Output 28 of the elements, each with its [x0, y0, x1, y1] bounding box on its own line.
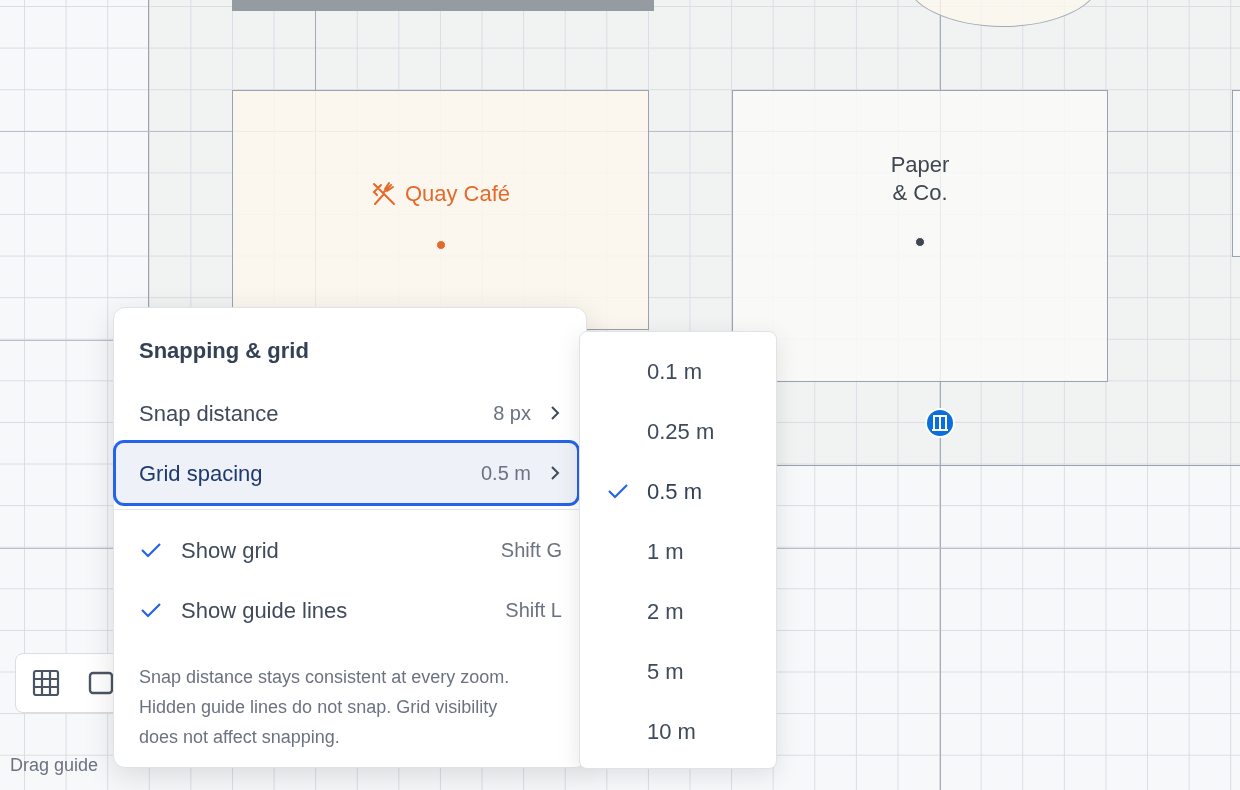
room-label: Paper & Co. [889, 151, 951, 207]
chevron-right-icon [549, 464, 561, 482]
submenu-option[interactable]: 0.5 m [580, 461, 776, 521]
submenu-option[interactable]: 0.1 m [580, 341, 776, 401]
menu-toggle[interactable]: Show grid Shift G [114, 520, 577, 580]
room-label: Quay Café [404, 180, 511, 208]
menu-toggle[interactable]: Show guide lines Shift L [114, 580, 577, 640]
shortcut-text: Shift L [505, 598, 562, 623]
shortcut-text: Shift G [500, 538, 562, 563]
menu-item[interactable]: Grid spacing 0.5 m [116, 443, 577, 503]
status-text: Drag guide [10, 754, 99, 777]
grid-icon[interactable] [32, 669, 60, 697]
chevron-right-icon [549, 404, 561, 422]
square-icon[interactable] [88, 669, 116, 697]
toggle-label: Show grid [181, 536, 280, 565]
cutlery-icon [370, 180, 397, 207]
submenu-option[interactable]: 2 m [580, 581, 776, 641]
submenu-option[interactable]: 10 m [580, 701, 776, 761]
menu-title: Snapping & grid [139, 337, 309, 365]
toggle-label: Show guide lines [181, 596, 349, 625]
submenu-option[interactable]: 1 m [580, 521, 776, 581]
submenu-option[interactable]: 0.25 m [580, 401, 776, 461]
menu-note: Snap distance stays consistent at every zoom. Hidden guide lines do not snap. Grid visibility does not affect snapping. [139, 666, 511, 749]
menu-item-value: 0.5 m [480, 461, 531, 486]
menu-item-value: 8 px [493, 401, 531, 426]
submenu-option[interactable]: 5 m [580, 641, 776, 701]
menu-item[interactable]: Snap distance 8 px [116, 383, 577, 443]
door-icon[interactable] [924, 407, 956, 439]
